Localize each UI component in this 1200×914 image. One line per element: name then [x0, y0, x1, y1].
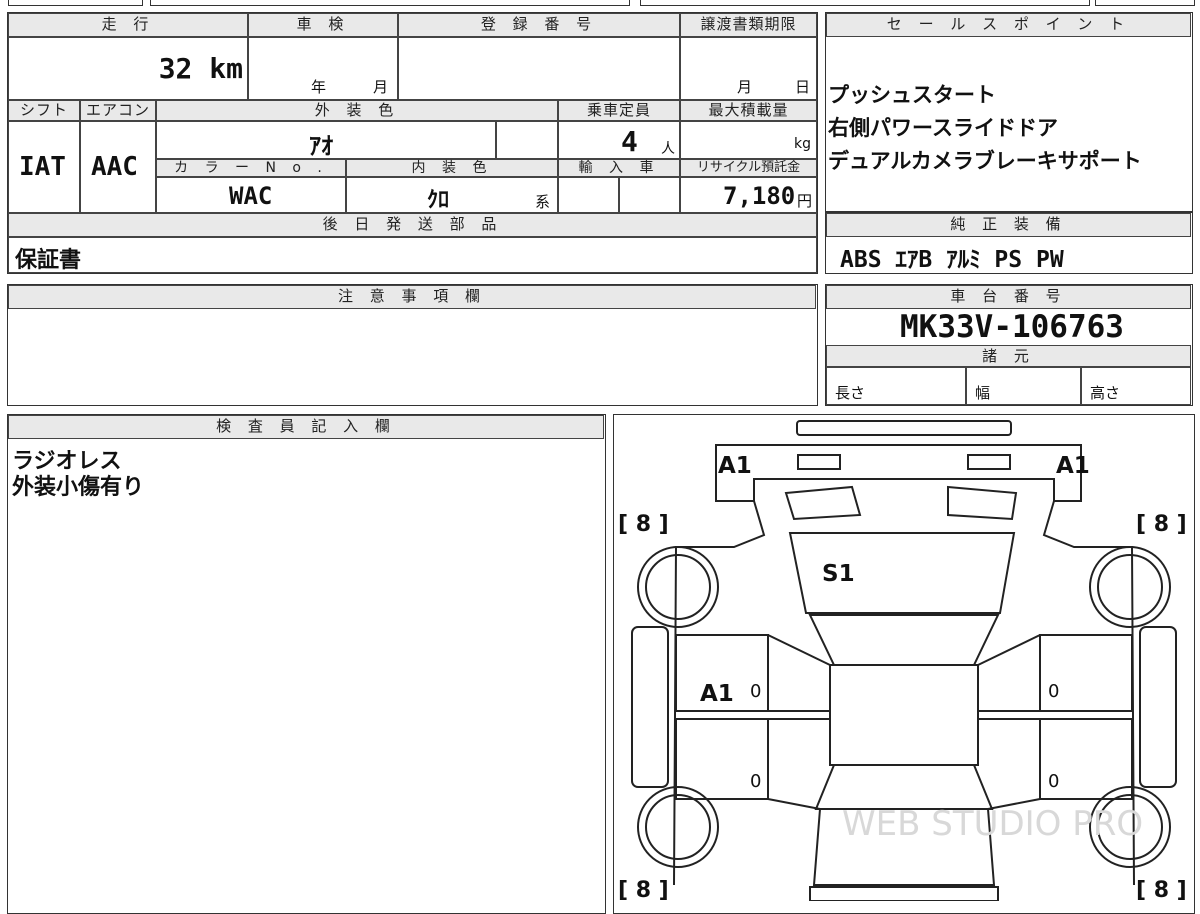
registration-header: 登 録 番 号 [398, 13, 680, 37]
import-cell-a [558, 177, 619, 213]
inspection-header: 車 検 [248, 13, 398, 37]
door-mark-front-right: 0 [1048, 681, 1059, 702]
tire-mark-front-right: [ 8 ] [1136, 512, 1187, 537]
later-parts-value: 保証書 [15, 248, 82, 273]
inspector-line: 外装小傷有り [12, 475, 145, 500]
interior-color-value: ｸﾛ [427, 188, 450, 213]
max-load-unit: kg [794, 136, 811, 152]
height-label: 高さ [1090, 384, 1121, 402]
genuine-equipment-box: 純 正 装 備 ABS ｴｱB ｱﾙﾐ PS PW [825, 212, 1193, 274]
door-mark-rear-left: 0 [750, 771, 761, 792]
exterior-color-extra-cell [496, 121, 558, 159]
notes-box: 注 意 事 項 欄 [7, 284, 818, 406]
damage-mark-front-right: A1 [1056, 453, 1090, 479]
vehicle-info-table: 走 行 車 検 登 録 番 号 譲渡書類期限 32 km 年 月 月 日 シフト… [7, 12, 818, 274]
sales-point-item: プッシュスタート [828, 83, 996, 107]
tire-mark-rear-right: [ 8 ] [1136, 878, 1187, 901]
door-mark-front-left: 0 [750, 681, 761, 702]
length-cell: 長さ [826, 367, 966, 405]
shift-value: IAT [19, 152, 66, 182]
car-diagram-box: [ 8 ] [ 8 ] [ 8 ] [ 8 ] A1 A1 S1 A1 0 0 … [613, 414, 1195, 914]
exterior-color-value: ｱｵ [309, 132, 333, 160]
top-strip [0, 0, 1200, 8]
door-mark-rear-right: 0 [1048, 771, 1059, 792]
mileage-value: 32 km [158, 52, 243, 85]
max-load-header: 最大積載量 [680, 100, 817, 121]
inspection-month-label: 月 [373, 78, 389, 96]
aircon-header: エアコン [80, 100, 156, 121]
inspector-header: 検 査 員 記 入 欄 [8, 415, 604, 439]
recycle-header: リサイクル預託金 [680, 159, 817, 177]
damage-mark-front-left: A1 [718, 453, 752, 479]
shift-cell: IAT [8, 121, 80, 213]
transfer-deadline-header: 譲渡書類期限 [680, 13, 817, 37]
recycle-value: 7,180 [723, 182, 796, 210]
deadline-month-label: 月 [737, 78, 753, 96]
later-parts-cell: 保証書 [8, 237, 817, 273]
chassis-header: 車 台 番 号 [826, 285, 1191, 309]
capacity-value: 4 [621, 125, 638, 158]
capacity-unit: 人 [661, 141, 675, 157]
capacity-cell: 4 人 [558, 121, 680, 159]
max-load-cell: kg [680, 121, 817, 159]
tire-mark-front-left: [ 8 ] [618, 512, 669, 537]
mileage-header: 走 行 [8, 13, 248, 37]
sales-point-item: 右側パワースライドドア [828, 116, 1058, 140]
watermark: WEB STUDIO PRO [842, 804, 1143, 844]
registration-cell [398, 37, 680, 100]
genuine-equipment-header: 純 正 装 備 [826, 213, 1191, 237]
chassis-box: 車 台 番 号 MK33V-106763 諸 元 長さ 幅 高さ [825, 284, 1193, 406]
later-parts-header: 後 日 発 送 部 品 [8, 213, 817, 237]
interior-color-header: 内 装 色 [346, 159, 558, 177]
capacity-header: 乗車定員 [558, 100, 680, 121]
exterior-color-cell: ｱｵ [156, 121, 496, 160]
color-no-cell: WAC [156, 177, 346, 213]
tire-mark-rear-left: [ 8 ] [618, 878, 669, 901]
width-label: 幅 [975, 384, 991, 402]
recycle-cell: 7,180 円 [680, 177, 817, 213]
sales-points-header: セ ー ル ス ポ イ ン ト [826, 13, 1191, 37]
inspection-cell: 年 月 [248, 37, 398, 100]
aircon-cell: AAC [80, 121, 156, 213]
inspection-year-label: 年 [311, 78, 327, 96]
notes-header: 注 意 事 項 欄 [8, 285, 816, 309]
shift-header: シフト [8, 100, 80, 121]
import-header: 輸 入 車 [558, 159, 680, 177]
deadline-cell: 月 日 [680, 37, 817, 100]
damage-mark-left-door: A1 [700, 681, 734, 707]
car-diagram: [ 8 ] [ 8 ] [ 8 ] [ 8 ] A1 A1 S1 A1 0 0 … [618, 420, 1187, 901]
specs-header: 諸 元 [826, 345, 1191, 367]
import-cell-b [619, 177, 680, 213]
width-cell: 幅 [966, 367, 1081, 405]
color-no-header: カ ラ ー N o . [156, 159, 346, 177]
interior-color-suffix: 系 [535, 193, 551, 211]
sales-points-box: セ ー ル ス ポ イ ン ト プッシュスタート 右側パワースライドドア デュア… [825, 12, 1193, 212]
sales-point-item: デュアルカメラブレーキサポート [828, 149, 1142, 173]
recycle-unit: 円 [797, 192, 813, 210]
mileage-cell: 32 km [8, 37, 248, 100]
interior-color-cell: ｸﾛ 系 [346, 177, 558, 213]
genuine-equipment-value: ABS ｴｱB ｱﾙﾐ PS PW [840, 247, 1064, 273]
exterior-color-header: 外 装 色 [156, 100, 558, 121]
color-no-value: WAC [229, 182, 273, 210]
length-label: 長さ [835, 384, 866, 402]
aircon-value: AAC [91, 152, 138, 182]
inspector-box: 検 査 員 記 入 欄 ラジオレス 外装小傷有り [7, 414, 606, 914]
damage-mark-hood: S1 [822, 561, 855, 587]
chassis-number: MK33V-106763 [900, 309, 1124, 345]
height-cell: 高さ [1081, 367, 1191, 405]
deadline-day-label: 日 [795, 78, 811, 96]
